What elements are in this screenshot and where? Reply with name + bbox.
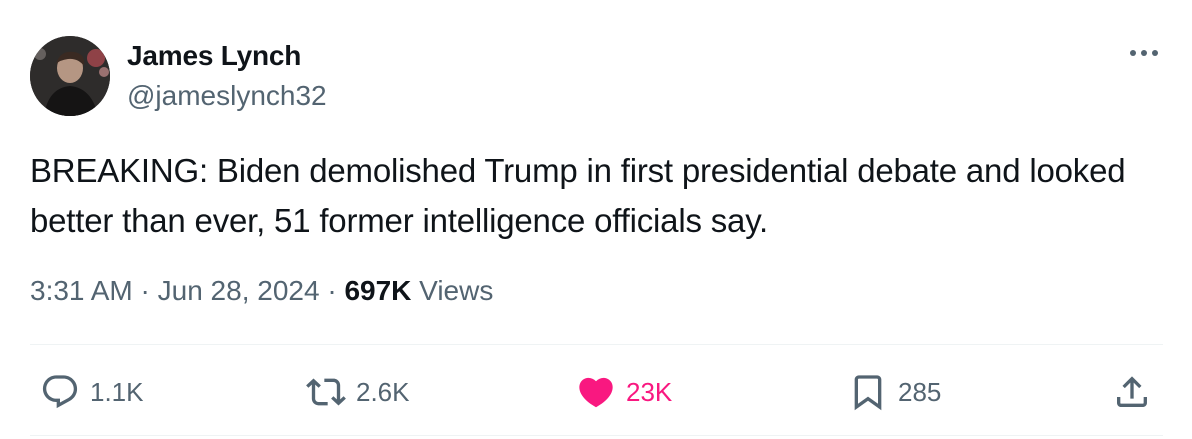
tweet-meta: 3:31 AM · Jun 28, 2024 · 697K Views	[30, 275, 493, 307]
tweet-text: BREAKING: Biden demolished Trump in firs…	[30, 152, 1126, 239]
reply-bubble-icon	[42, 375, 78, 409]
repost-button[interactable]: 2.6K	[306, 370, 410, 414]
bookmark-icon	[854, 375, 882, 411]
bookmark-count: 285	[898, 376, 942, 407]
heart-filled-icon	[579, 377, 613, 408]
author-name[interactable]: James Lynch	[127, 40, 301, 72]
meta-separator: ·	[140, 275, 150, 306]
meta-separator: ·	[327, 275, 337, 306]
share-upload-icon	[1117, 376, 1147, 407]
divider	[30, 435, 1163, 436]
author-handle[interactable]: @jameslynch32	[127, 80, 327, 112]
more-options-button[interactable]	[1126, 38, 1162, 68]
tweet-time[interactable]: 3:31 AM	[30, 275, 133, 306]
views-count[interactable]: 697K	[344, 275, 411, 306]
repost-count: 2.6K	[356, 376, 410, 407]
share-button[interactable]	[1112, 370, 1152, 414]
like-count: 23K	[626, 376, 673, 407]
avatar[interactable]	[30, 36, 110, 116]
views-label: Views	[419, 275, 494, 306]
more-horizontal-icon	[1130, 50, 1158, 56]
like-button[interactable]: 23K	[576, 370, 672, 414]
reply-count: 1.1K	[90, 376, 144, 407]
tweet-date[interactable]: Jun 28, 2024	[158, 275, 320, 306]
reply-button[interactable]: 1.1K	[40, 370, 144, 414]
tweet-card: James Lynch @jameslynch32 BREAKING: Bide…	[0, 0, 1192, 439]
divider	[30, 344, 1163, 345]
bookmark-button[interactable]: 285	[848, 370, 941, 414]
repost-arrows-icon	[306, 378, 346, 406]
